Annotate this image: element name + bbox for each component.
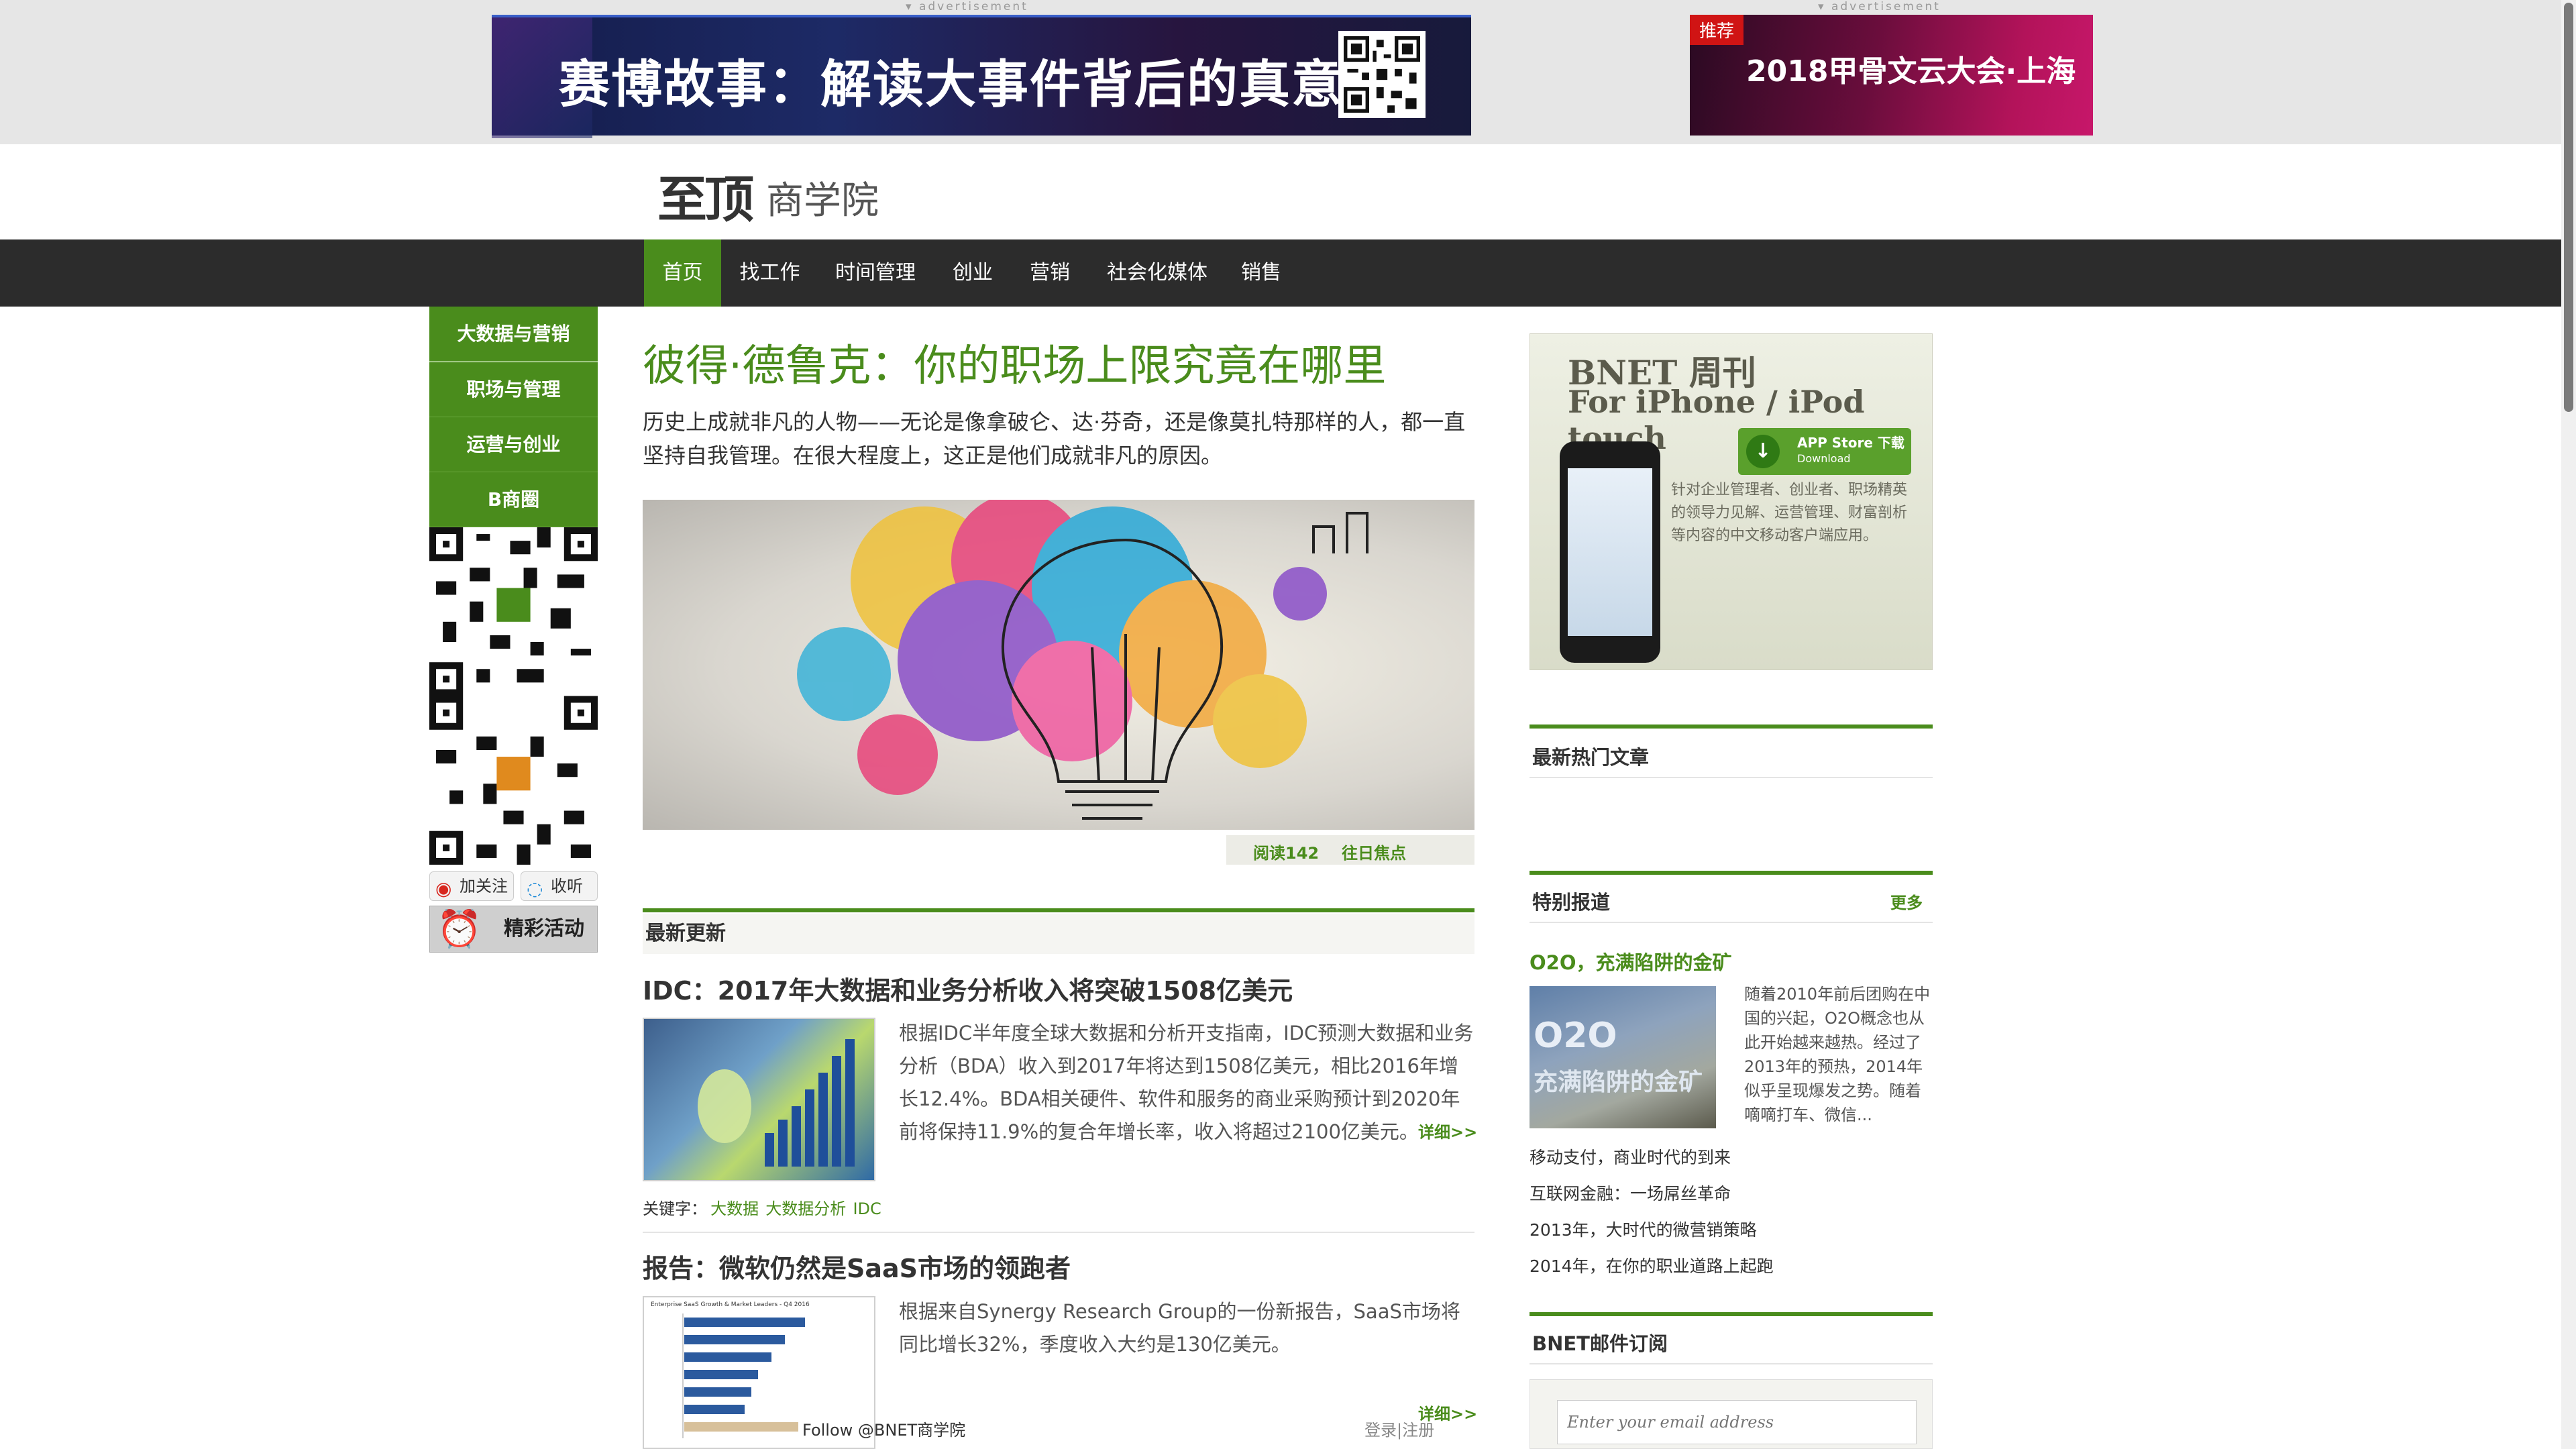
newsletter-heading: BNET邮件订阅 xyxy=(1532,1332,1668,1355)
nav-item-time-management[interactable]: 时间管理 xyxy=(825,239,926,307)
o2o-image-title: O2O xyxy=(1534,1016,1617,1056)
newsletter-box xyxy=(1529,1379,1933,1449)
app-store-label: APP Store 下载 xyxy=(1797,435,1904,451)
section-divider xyxy=(1529,777,1933,778)
sidebar-item-big-data-marketing[interactable]: 大数据与营销 xyxy=(429,307,598,362)
article-thumbnail[interactable] xyxy=(643,1018,875,1181)
nav-item-startup[interactable]: 创业 xyxy=(939,239,1006,307)
keyword-tag[interactable]: 大数据 xyxy=(710,1199,759,1218)
featured-article-summary: 历史上成就非凡的人物——无论是像拿破仑、达·芬奇，还是像莫扎特那样的人，都一直坚… xyxy=(643,409,1466,468)
special-link-micro-marketing[interactable]: 2013年，大时代的微营销策略 xyxy=(1529,1217,1757,1241)
o2o-article-summary: 随着2010年前后团购在中国的兴起，O2O概念也从此开始越来越热。经过了2013… xyxy=(1744,985,1931,1124)
o2o-article-image[interactable]: O2O 充满陷阱的金矿 xyxy=(1529,986,1716,1128)
section-divider xyxy=(1529,922,1933,923)
login-link[interactable]: 登录 xyxy=(1364,1421,1397,1440)
section-divider xyxy=(1529,1363,1933,1364)
ad-tag-right: ▾ advertisement xyxy=(1818,0,1941,13)
section-divider xyxy=(1529,1312,1933,1316)
download-arrow-icon: ↓ xyxy=(1746,435,1780,468)
nav-item-home[interactable]: 首页 xyxy=(644,239,721,307)
keyword-tag[interactable]: IDC xyxy=(853,1199,881,1218)
main-nav: 首页 找工作 时间管理 创业 营销 社会化媒体 销售 xyxy=(0,239,2561,307)
special-link-career-path[interactable]: 2014年，在你的职业道路上起跑 xyxy=(1529,1253,1774,1277)
app-store-download-button[interactable]: ↓ APP Store 下载 Download xyxy=(1738,428,1911,475)
qr-code-icon xyxy=(1338,31,1426,118)
article-title[interactable]: 报告：微软仍然是SaaS市场的领跑者 xyxy=(643,1248,1071,1285)
weibo-icon: ◉ xyxy=(435,877,452,900)
special-link-mobile-payment[interactable]: 移动支付，商业时代的到来 xyxy=(1529,1144,1731,1169)
app-store-sublabel: Download xyxy=(1797,452,1851,465)
keyword-tag[interactable]: 大数据分析 xyxy=(765,1199,846,1218)
events-banner[interactable]: ⏰ 精彩活动 xyxy=(429,906,598,953)
featured-article-image[interactable] xyxy=(643,500,1474,830)
thumbnail-chart-caption: Enterprise SaaS Growth & Market Leaders … xyxy=(651,1301,810,1308)
site-logo[interactable]: 至顶 xyxy=(657,160,754,231)
app-ad-description: 针对企业管理者、创业者、职场精英的领导力见解、运营管理、财富剖析等内容的中文移动… xyxy=(1671,482,1908,544)
o2o-article-title[interactable]: O2O，充满陷阱的金矿 xyxy=(1529,947,1731,975)
ad-banner-oracle-cloud[interactable]: 推荐 2018甲骨文云大会·上海 xyxy=(1690,15,2093,136)
special-report-heading: 特别报道 xyxy=(1532,891,1611,914)
article-divider xyxy=(643,1232,1474,1233)
keywords-label: 关键字： xyxy=(643,1199,707,1218)
iphone-mockup xyxy=(1560,441,1660,663)
latest-updates-heading: 最新更新 xyxy=(643,914,1474,954)
special-report-more-link[interactable]: 更多 xyxy=(1890,890,1923,913)
alarm-clock-icon: ⏰ xyxy=(437,908,482,950)
o2o-image-subtitle: 充满陷阱的金矿 xyxy=(1534,1069,1703,1096)
article-title[interactable]: IDC：2017年大数据和业务分析收入将突破1508亿美元 xyxy=(643,970,1293,1007)
nav-item-sales[interactable]: 销售 xyxy=(1228,239,1295,307)
special-link-internet-finance[interactable]: 互联网金融：一场屌丝革命 xyxy=(1529,1181,1731,1205)
weibo-follow-button[interactable]: ◉ 加关注 xyxy=(429,871,514,901)
article-summary: 根据IDC半年度全球大数据和分析开支指南，IDC预测大数据和业务分析（BDA）收… xyxy=(899,1022,1474,1143)
sidebar-item-operations-startup[interactable]: 运营与创业 xyxy=(429,417,598,472)
register-link[interactable]: 注册 xyxy=(1402,1421,1434,1440)
ad-banner-text: 赛博故事：解读大事件背后的真意义 xyxy=(559,54,1396,114)
featured-article-title[interactable]: 彼得·德鲁克：你的职场上限究竟在哪里 xyxy=(643,331,1386,393)
login-register-links: 登录|注册 xyxy=(1364,1421,1435,1440)
read-count: 阅读142 xyxy=(1253,844,1320,863)
follow-bnet-link[interactable]: Follow @BNET商学院 xyxy=(802,1417,965,1440)
wechat-qr-code-icon xyxy=(429,527,598,865)
keywords-row: 关键字： 大数据 大数据分析 IDC xyxy=(643,1195,881,1219)
site-logo-subtitle[interactable]: 商学院 xyxy=(766,170,879,225)
ad-tag-left: ▾ advertisement xyxy=(906,0,1028,13)
recommend-badge: 推荐 xyxy=(1690,15,1744,45)
article-summary: 根据来自Synergy Research Group的一份新报告，SaaS市场将… xyxy=(899,1300,1460,1356)
sidebar-item-b-circle[interactable]: B商圈 xyxy=(429,472,598,527)
nav-item-jobs[interactable]: 找工作 xyxy=(731,239,808,307)
listen-button[interactable]: ◌ 收听 xyxy=(521,871,598,901)
ad-banner-cyber-story[interactable]: 赛博故事：解读大事件背后的真意义 xyxy=(492,15,1471,138)
email-field[interactable] xyxy=(1557,1400,1917,1444)
nav-item-social-media[interactable]: 社会化媒体 xyxy=(1100,239,1214,307)
section-divider xyxy=(1529,871,1933,875)
ad-banner-text: 2018甲骨文云大会·上海 xyxy=(1746,54,2076,89)
nav-item-marketing[interactable]: 营销 xyxy=(1016,239,1083,307)
sidebar-item-career-management[interactable]: 职场与管理 xyxy=(429,362,598,417)
tencent-weibo-icon: ◌ xyxy=(527,877,543,900)
read-more-link[interactable]: 详细>> xyxy=(1418,1119,1477,1142)
past-focus-link[interactable]: 往日焦点 xyxy=(1342,840,1406,863)
weibo-follow-label: 加关注 xyxy=(460,877,508,896)
bnet-weekly-app-ad[interactable]: BNET 周刊 For iPhone / iPod touch ↓ APP St… xyxy=(1529,333,1933,670)
hot-articles-heading: 最新热门文章 xyxy=(1532,746,1650,769)
section-divider xyxy=(1529,724,1933,729)
listen-label: 收听 xyxy=(551,877,583,896)
section-divider xyxy=(643,908,1474,912)
scrollbar-thumb[interactable] xyxy=(2564,3,2573,412)
events-banner-label: 精彩活动 xyxy=(504,917,584,941)
